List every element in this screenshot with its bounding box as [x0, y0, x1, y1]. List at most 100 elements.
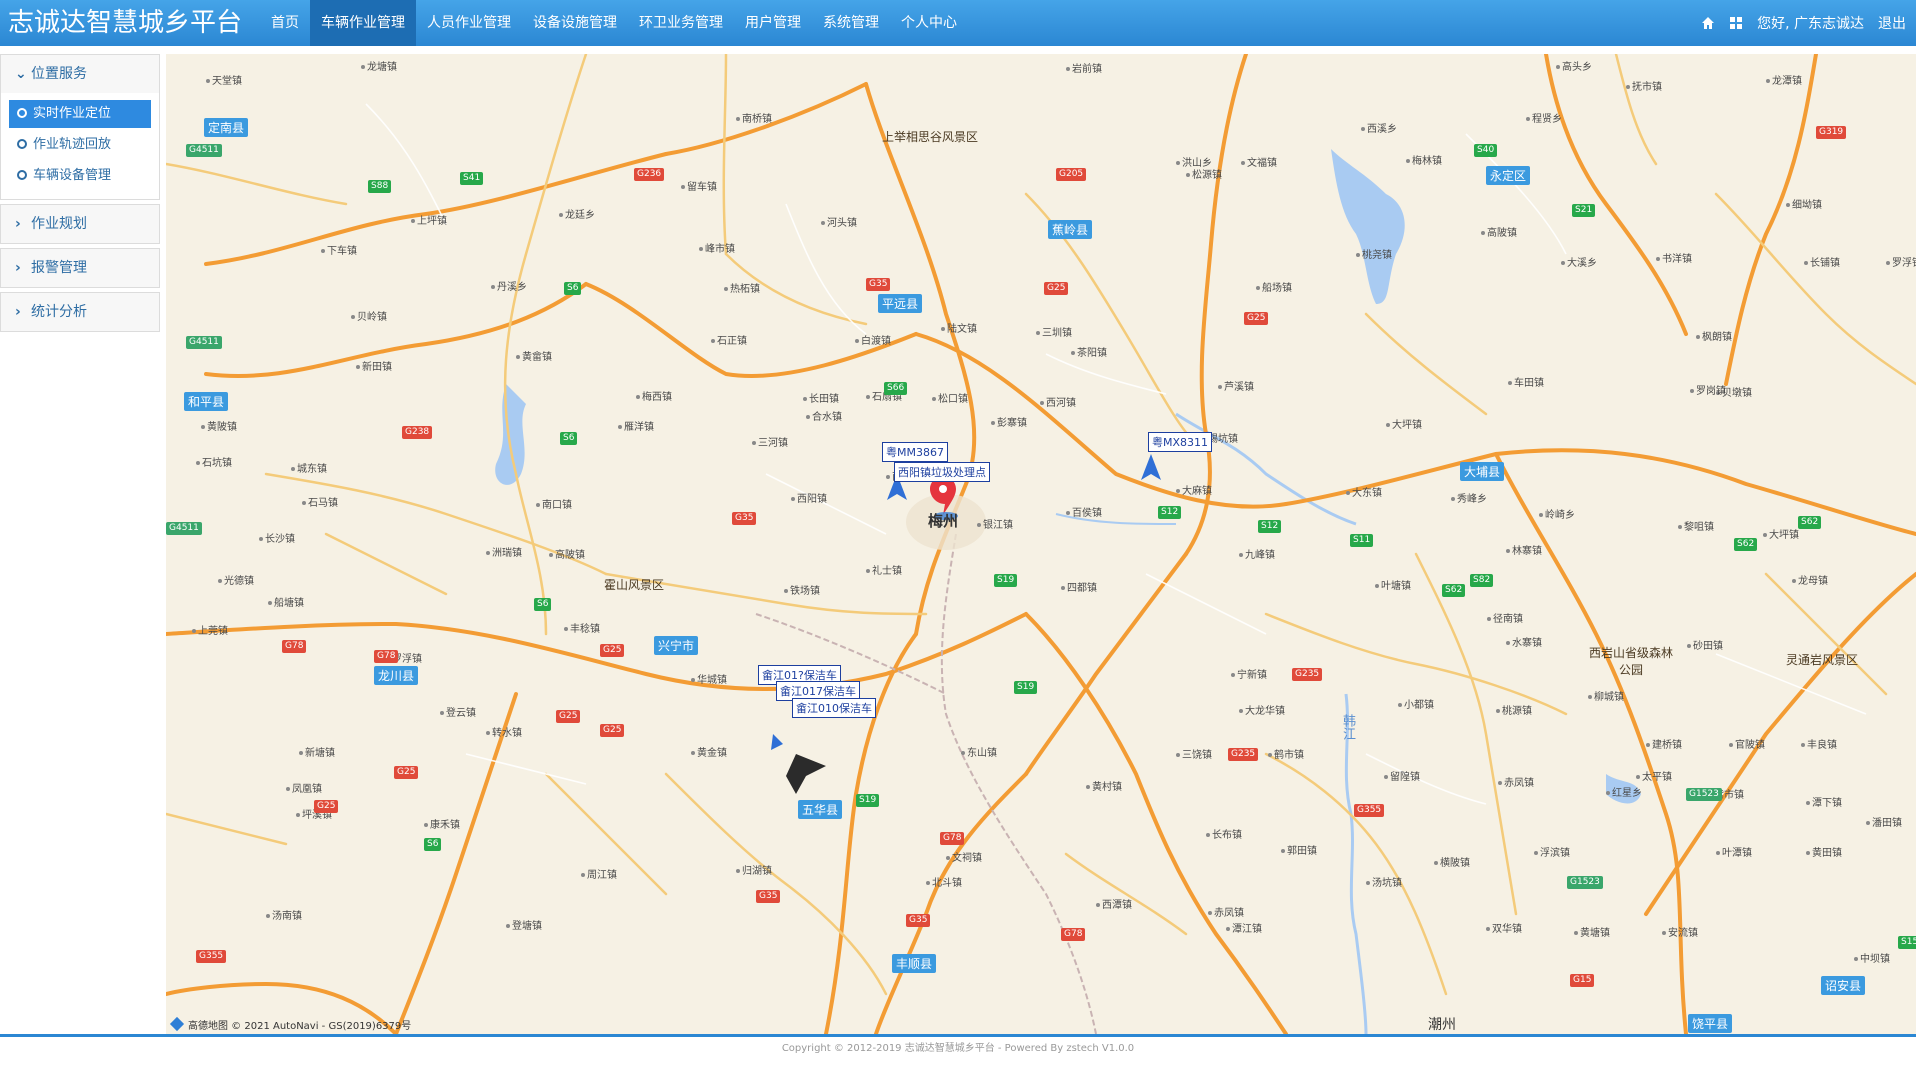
- vehicle-arrow-mx8311[interactable]: [1141, 454, 1161, 480]
- town-label: 合水镇: [806, 408, 842, 423]
- town-label: 黄塘镇: [1574, 924, 1610, 939]
- town-label: 留隍镇: [1384, 768, 1420, 783]
- town-label: 小都镇: [1398, 696, 1434, 711]
- vehicle-arrow-she01x[interactable]: [771, 734, 783, 750]
- county-label: 五华县: [798, 800, 843, 819]
- main-nav: 首页 车辆作业管理 人员作业管理 设备设施管理 环卫业务管理 用户管理 系统管理…: [260, 0, 968, 46]
- logout-link[interactable]: 退出: [1878, 13, 1906, 33]
- facility-label[interactable]: 西阳镇垃圾处理点: [894, 462, 990, 482]
- town-label: 新塘镇: [299, 744, 335, 759]
- chevron-right-icon: ›: [15, 260, 21, 276]
- vehicle-arrow-she010[interactable]: [786, 754, 826, 794]
- town-label: 长布镇: [1206, 826, 1242, 841]
- nav-home[interactable]: 首页: [260, 0, 310, 46]
- right-nav: 您好, 广东志诚达 退出: [1687, 0, 1906, 46]
- amap-logo-icon: [169, 1016, 185, 1032]
- nav-equipment[interactable]: 设备设施管理: [522, 0, 628, 46]
- highway-shield: S6: [424, 838, 442, 851]
- town-label: 芦溪镇: [1218, 378, 1254, 393]
- town-label: 柳城镇: [1588, 688, 1624, 703]
- highway-shield: S19: [1014, 681, 1038, 694]
- town-label: 礼士镇: [866, 562, 902, 577]
- town-label: 光德镇: [218, 572, 254, 587]
- highway-shield: S62: [1734, 538, 1758, 551]
- county-label: 大埔县: [1460, 462, 1505, 481]
- section-location-service[interactable]: ⌄ 位置服务: [1, 55, 159, 93]
- app-brand[interactable]: 志诚达智慧城乡平台: [8, 6, 242, 40]
- town-label: 细坳镇: [1786, 196, 1822, 211]
- town-label: 三饶镇: [1176, 746, 1212, 761]
- town-label: 上坪镇: [411, 212, 447, 227]
- section-alarm-management[interactable]: › 报警管理: [1, 249, 159, 287]
- town-label: 大东镇: [1346, 484, 1382, 499]
- town-label: 登云镇: [440, 704, 476, 719]
- town-label: 松口镇: [932, 390, 968, 405]
- town-label: 鹤市镇: [1268, 746, 1304, 761]
- highway-shield: S12: [1158, 506, 1182, 519]
- town-label: 康禾镇: [424, 816, 460, 831]
- town-label: 秀峰乡: [1451, 490, 1487, 505]
- home-icon[interactable]: [1701, 16, 1715, 30]
- sidebar-item-vehicle-device[interactable]: 车辆设备管理: [9, 162, 151, 190]
- highway-shield: S82: [1470, 574, 1494, 587]
- vehicle-label-mm3867[interactable]: 粤MM3867: [882, 442, 948, 462]
- town-label: 铁场镇: [784, 582, 820, 597]
- sidebar-item-track-playback[interactable]: 作业轨迹回放: [9, 131, 151, 159]
- town-label: 官陂镇: [1729, 736, 1765, 751]
- nav-staff-ops[interactable]: 人员作业管理: [416, 0, 522, 46]
- county-label: 龙川县: [374, 666, 419, 685]
- nav-system[interactable]: 系统管理: [812, 0, 890, 46]
- county-label: 永定区: [1486, 166, 1531, 185]
- chevron-down-icon: ⌄: [15, 66, 27, 82]
- town-label: 梅林镇: [1406, 152, 1442, 167]
- highway-shield: G205: [1056, 168, 1087, 181]
- town-label: 程贤乡: [1526, 110, 1562, 125]
- town-label: 宁新镇: [1231, 666, 1267, 681]
- scenic-label: 西岩山省级森林公园: [1588, 646, 1673, 677]
- nav-users[interactable]: 用户管理: [734, 0, 812, 46]
- town-label: 罗岗镇: [1690, 382, 1726, 397]
- sidebar-item-realtime-location[interactable]: 实时作业定位: [9, 100, 151, 128]
- map-canvas[interactable]: 定南县 和平县 龙川县 平远县 蕉岭县 兴宁市 五华县 丰顺县 大埔县 永定区 …: [166, 54, 1916, 1034]
- town-label: 红星乡: [1606, 784, 1642, 799]
- highway-shield: G35: [732, 512, 757, 525]
- town-label: 茶阳镇: [1071, 344, 1107, 359]
- nav-personal[interactable]: 个人中心: [890, 0, 968, 46]
- section-label: 位置服务: [31, 66, 87, 82]
- circle-arrow-icon: [17, 108, 27, 118]
- section-work-planning[interactable]: › 作业规划: [1, 205, 159, 243]
- town-label: 西河镇: [1040, 394, 1076, 409]
- highway-shield: S40: [1474, 144, 1498, 157]
- town-label: 百侯镇: [1066, 504, 1102, 519]
- highway-shield: S41: [460, 172, 484, 185]
- town-label: 汤南镇: [266, 907, 302, 922]
- town-label: 贝岭镇: [351, 308, 387, 323]
- town-label: 龙廷乡: [559, 206, 595, 221]
- town-label: 双华镇: [1486, 920, 1522, 935]
- town-label: 潭江镇: [1226, 920, 1262, 935]
- town-label: 径南镇: [1487, 610, 1523, 625]
- highway-shield: G235: [1292, 668, 1323, 681]
- county-label: 饶平县: [1688, 1014, 1733, 1033]
- vehicle-label-she010[interactable]: 畲江010保洁车: [792, 698, 876, 718]
- sidebar-item-label: 实时作业定位: [33, 106, 112, 121]
- grid-icon[interactable]: [1729, 16, 1743, 30]
- highway-shield: G1523: [1686, 788, 1722, 801]
- nav-vehicle-ops[interactable]: 车辆作业管理: [310, 0, 416, 46]
- town-label: 黄陂镇: [201, 418, 237, 433]
- highway-shield: S6: [534, 598, 552, 611]
- nav-sanitation[interactable]: 环卫业务管理: [628, 0, 734, 46]
- town-label: 九峰镇: [1239, 546, 1275, 561]
- town-label: 南口镇: [536, 496, 572, 511]
- vehicle-label-mx8311[interactable]: 粤MX8311: [1148, 432, 1213, 452]
- town-label: 龙塘镇: [361, 58, 397, 73]
- city-label-meizhou: 梅州: [928, 512, 959, 530]
- user-greeting[interactable]: 您好, 广东志诚达: [1757, 13, 1864, 33]
- highway-shield: S62: [1442, 584, 1466, 597]
- footer: Copyright © 2012-2019 志诚达智慧城乡平台 - Powere…: [0, 1034, 1916, 1067]
- highway-shield: G4511: [186, 336, 222, 349]
- highway-shield: S19: [856, 794, 880, 807]
- section-statistics[interactable]: › 统计分析: [1, 293, 159, 331]
- town-label: 长铺镇: [1804, 254, 1840, 269]
- town-label: 黄畲镇: [516, 348, 552, 363]
